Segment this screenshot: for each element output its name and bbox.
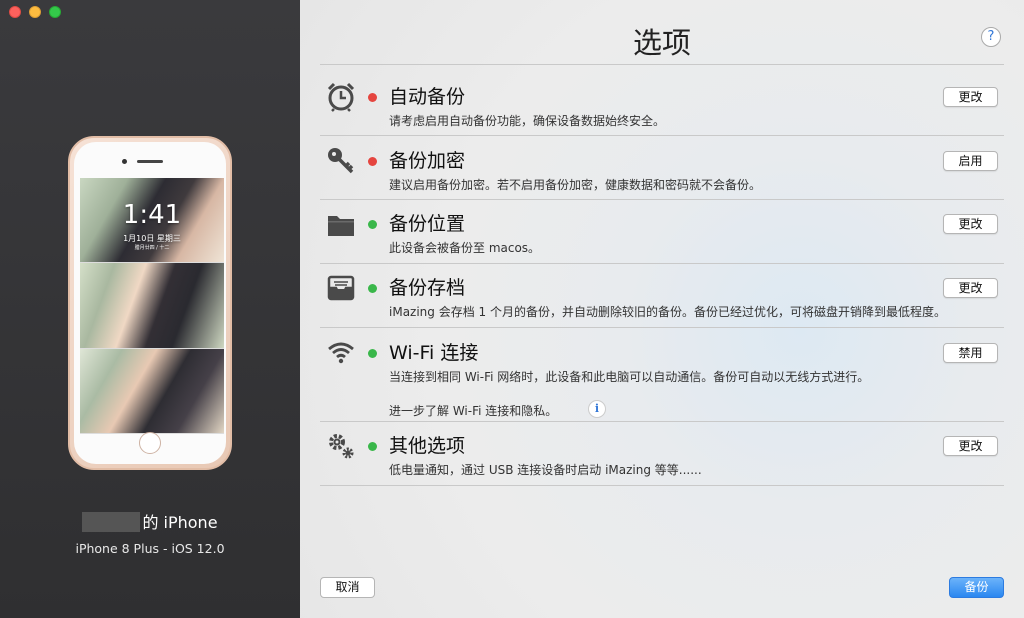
- camera-icon: [122, 159, 127, 164]
- lock-screen-subtext: 腊月廿四 / 十二: [134, 245, 170, 251]
- change-location-button[interactable]: 更改: [943, 214, 998, 234]
- option-description: 此设备会被备份至 macos。: [389, 241, 541, 255]
- divider: [320, 421, 1004, 422]
- alarm-clock-icon: [327, 82, 355, 112]
- folder-icon: [328, 216, 354, 236]
- status-indicator-red: [368, 93, 377, 102]
- option-description: 当连接到相同 Wi-Fi 网络时，此设备和此电脑可以自动通信。备份可自动以无线方…: [389, 370, 870, 384]
- option-title: 备份加密: [389, 150, 466, 172]
- wifi-icon: [328, 342, 354, 364]
- minimize-window-button[interactable]: [29, 6, 41, 18]
- option-row-backup-archive: 备份存档 iMazing 会存档 1 个月的备份，并自动删除较旧的备份。备份已经…: [320, 271, 1004, 327]
- status-indicator-green: [368, 442, 377, 451]
- speaker-grille: [137, 160, 163, 163]
- gears-icon: [329, 434, 354, 459]
- divider: [320, 485, 1004, 486]
- cancel-button[interactable]: 取消: [320, 577, 375, 598]
- close-window-button[interactable]: [9, 6, 21, 18]
- help-button[interactable]: ?: [981, 27, 1001, 47]
- iphone-device-image: 1:41 1月10日 星期三 腊月廿四 / 十二: [68, 136, 232, 470]
- option-title: 备份位置: [389, 213, 466, 235]
- change-archive-button[interactable]: 更改: [943, 278, 998, 298]
- device-screen: 1:41 1月10日 星期三 腊月廿四 / 十二: [80, 178, 224, 434]
- divider: [320, 135, 1004, 136]
- option-description: iMazing 会存档 1 个月的备份，并自动删除较旧的备份。备份已经过优化，可…: [389, 305, 946, 319]
- option-row-backup-encryption: 备份加密 建议启用备份加密。若不启用备份加密，健康数据和密码就不会备份。 启用: [320, 144, 1004, 199]
- home-button-icon: [139, 432, 161, 454]
- status-indicator-green: [368, 220, 377, 229]
- redacted-owner-name: [82, 512, 141, 532]
- divider: [320, 199, 1004, 200]
- page-title: 选项: [632, 26, 691, 60]
- device-model: iPhone 8 Plus - iOS 12.0: [75, 541, 225, 556]
- option-description: 请考虑启用自动备份功能，确保设备数据始终安全。: [389, 114, 666, 128]
- backup-button[interactable]: 备份: [949, 577, 1004, 598]
- status-indicator-green: [368, 284, 377, 293]
- window-controls: [9, 6, 61, 18]
- enable-encryption-button[interactable]: 启用: [943, 151, 998, 171]
- option-title: 自动备份: [389, 86, 466, 108]
- zoom-window-button[interactable]: [49, 6, 61, 18]
- option-description: 低电量通知，通过 USB 连接设备时启动 iMazing 等等......: [389, 463, 702, 477]
- option-title: Wi-Fi 连接: [389, 342, 479, 364]
- key-icon: [328, 148, 354, 174]
- info-icon[interactable]: i: [588, 400, 606, 418]
- change-other-options-button[interactable]: 更改: [943, 436, 998, 456]
- status-indicator-green: [368, 349, 377, 358]
- status-indicator-red: [368, 157, 377, 166]
- change-auto-backup-button[interactable]: 更改: [943, 87, 998, 107]
- divider: [320, 64, 1004, 65]
- option-description: 建议启用备份加密。若不启用备份加密，健康数据和密码就不会备份。: [389, 178, 762, 192]
- divider: [320, 327, 1004, 328]
- option-title: 其他选项: [389, 435, 466, 457]
- wifi-privacy-link[interactable]: 进一步了解 Wi-Fi 连接和隐私。: [389, 402, 557, 419]
- lock-screen-time: 1:41: [122, 200, 182, 230]
- disable-wifi-button[interactable]: 禁用: [943, 343, 998, 363]
- device-name: 的 iPhone: [0, 509, 300, 533]
- lock-screen-date: 1月10日 星期三: [123, 234, 181, 243]
- option-row-auto-backup: 自动备份 请考虑启用自动备份功能，确保设备数据始终安全。 更改: [320, 80, 1004, 135]
- option-title: 备份存档: [389, 277, 466, 299]
- option-row-other-options: 其他选项 低电量通知，通过 USB 连接设备时启动 iMazing 等等....…: [320, 429, 1004, 485]
- divider: [320, 263, 1004, 264]
- options-panel: 选项 ? 自动备份 请考虑启用自动备份功能，确保设备数据始终安全。 更改 备份加…: [300, 0, 1024, 618]
- device-sidebar: 1:41 1月10日 星期三 腊月廿四 / 十二 的 iPhone iPhone…: [0, 0, 300, 618]
- archive-tray-icon: [327, 275, 355, 301]
- option-row-backup-location: 备份位置 此设备会被备份至 macos。 更改: [320, 207, 1004, 263]
- option-row-wifi: Wi-Fi 连接 当连接到相同 Wi-Fi 网络时，此设备和此电脑可以自动通信。…: [320, 336, 1004, 421]
